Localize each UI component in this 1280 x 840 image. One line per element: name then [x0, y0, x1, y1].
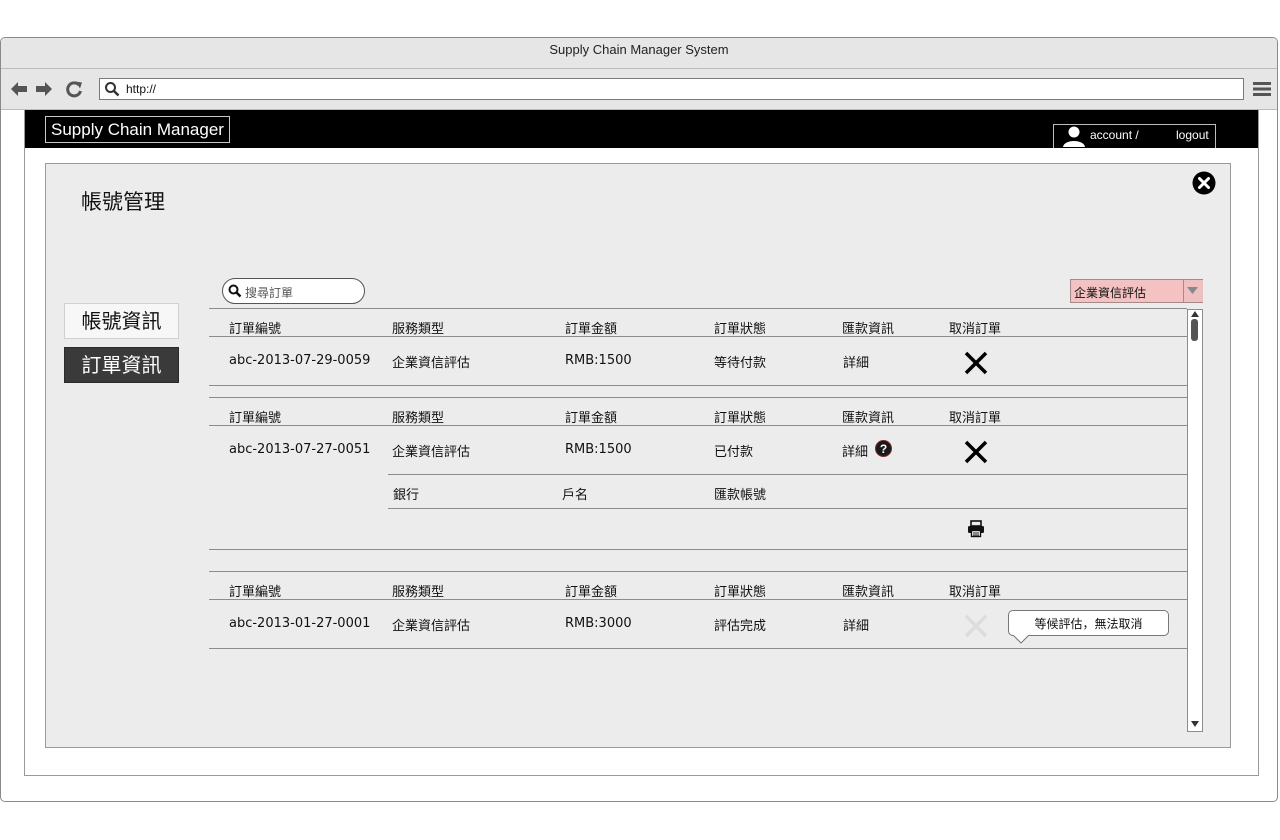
column-header-status: 訂單狀態	[714, 585, 767, 600]
table-divider	[209, 397, 1187, 398]
column-header-remittance: 匯款資訊	[842, 411, 895, 426]
help-icon[interactable]: ?	[875, 440, 892, 457]
order-service: 企業資信評估	[392, 619, 471, 634]
scrollbar[interactable]	[1187, 309, 1203, 732]
column-header-remittance: 匯款資訊	[842, 322, 895, 337]
search-icon	[105, 82, 120, 97]
service-type-selected: 企業資信評估	[1074, 286, 1147, 300]
cancel-order-icon[interactable]	[963, 439, 989, 465]
address-bar[interactable]	[99, 78, 1244, 100]
order-service: 企業資信評估	[392, 445, 471, 460]
scrollbar-thumb[interactable]	[1191, 319, 1198, 341]
order-id: abc-2013-07-27-0051	[229, 442, 371, 457]
column-header-cancel: 取消訂單	[949, 585, 1002, 600]
remittance-detail-link[interactable]: 詳細	[843, 615, 869, 634]
column-header-cancel: 取消訂單	[949, 411, 1002, 426]
tooltip-pointer	[1013, 635, 1029, 644]
order-status: 等待付款	[714, 356, 767, 371]
cancel-order-icon-disabled	[964, 614, 988, 638]
table-divider	[209, 549, 1187, 550]
order-id: abc-2013-01-27-0001	[229, 616, 371, 631]
account-link[interactable]: account /	[1090, 128, 1139, 142]
column-header-amount: 訂單金額	[565, 585, 618, 600]
table-divider	[209, 385, 1187, 386]
search-placeholder: 搜尋訂單	[245, 286, 294, 300]
scroll-up-icon[interactable]	[1191, 311, 1199, 317]
order-amount: RMB:1500	[565, 353, 632, 368]
menu-icon[interactable]	[1252, 79, 1272, 99]
order-amount: RMB:3000	[565, 616, 632, 631]
detail-header-bank: 銀行	[393, 488, 420, 503]
reload-icon[interactable]	[64, 79, 84, 99]
column-header-order-id: 訂單編號	[229, 322, 282, 337]
order-service: 企業資信評估	[392, 356, 471, 371]
search-icon	[228, 284, 242, 298]
order-status: 評估完成	[714, 619, 767, 634]
column-header-service: 服務類型	[392, 585, 445, 600]
order-amount: RMB:1500	[565, 442, 632, 457]
table-divider	[209, 308, 1187, 309]
window-title: Supply Chain Manager System	[549, 42, 729, 57]
sidebar-item-account-info[interactable]: 帳號資訊	[64, 303, 179, 339]
column-header-amount: 訂單金額	[565, 322, 618, 337]
address-text: http://	[126, 82, 157, 96]
table-divider	[388, 474, 1187, 475]
table-divider	[388, 508, 1187, 509]
column-header-status: 訂單狀態	[714, 411, 767, 426]
detail-header-account-number: 匯款帳號	[714, 488, 767, 503]
order-search-input[interactable]	[222, 278, 365, 304]
remittance-detail-link[interactable]: 詳細	[843, 352, 869, 371]
column-header-remittance: 匯款資訊	[842, 585, 895, 600]
column-header-order-id: 訂單編號	[229, 585, 282, 600]
column-header-status: 訂單狀態	[714, 322, 767, 337]
user-icon[interactable]	[1062, 125, 1086, 147]
chevron-down-icon	[1187, 287, 1198, 294]
detail-header-account-name: 戶名	[562, 488, 589, 503]
scroll-down-icon[interactable]	[1191, 721, 1199, 727]
logout-link[interactable]: logout	[1176, 128, 1209, 142]
table-divider	[209, 599, 1187, 600]
column-header-service: 服務類型	[392, 322, 445, 337]
column-header-order-id: 訂單編號	[229, 411, 282, 426]
remittance-detail-link[interactable]: 詳細	[842, 441, 868, 460]
svg-text:?: ?	[880, 442, 887, 456]
page-title: 帳號管理	[81, 190, 165, 214]
account-management-panel	[45, 163, 1231, 748]
table-divider	[209, 425, 1187, 426]
column-header-service: 服務類型	[392, 411, 445, 426]
table-divider	[209, 571, 1187, 572]
forward-arrow-icon[interactable]	[34, 79, 54, 99]
order-status: 已付款	[714, 445, 754, 460]
column-header-amount: 訂單金額	[565, 411, 618, 426]
cancel-order-icon[interactable]	[963, 350, 989, 376]
tooltip-text: 等候評估，無法取消	[1034, 617, 1143, 631]
table-divider	[209, 648, 1187, 649]
order-id: abc-2013-07-29-0059	[229, 353, 371, 368]
back-arrow-icon[interactable]	[9, 79, 29, 99]
print-icon[interactable]	[967, 520, 985, 538]
column-header-cancel: 取消訂單	[949, 322, 1002, 337]
brand-logo[interactable]: Supply Chain Manager	[45, 116, 230, 143]
sidebar-item-order-info[interactable]: 訂單資訊	[64, 347, 179, 383]
table-divider	[209, 336, 1187, 337]
close-icon[interactable]	[1192, 171, 1216, 195]
